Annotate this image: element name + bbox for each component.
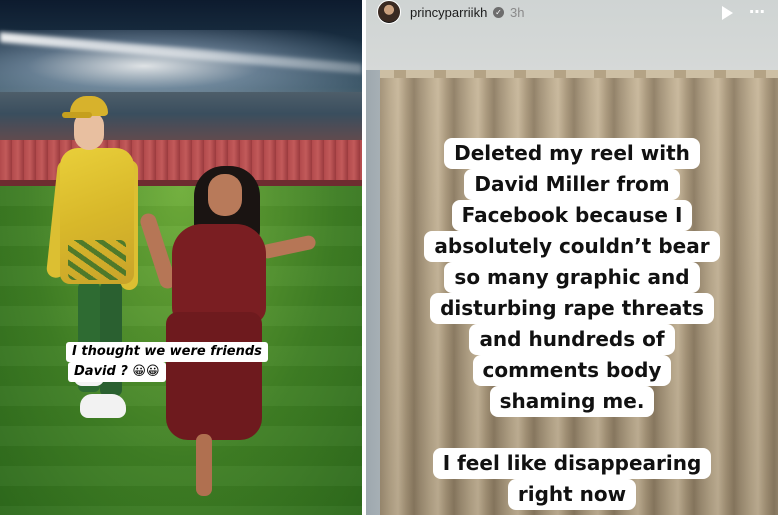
story-line: so many graphic and	[444, 262, 700, 293]
story-line: Facebook because I	[451, 200, 693, 231]
avatar[interactable]	[377, 0, 401, 24]
more-options-icon[interactable]: ⋯	[749, 4, 765, 20]
reel-caption-line-1: I thought we were friends	[66, 342, 268, 362]
player-jersey-pattern	[68, 240, 126, 280]
story-line: absolutely couldn’t bear	[424, 231, 720, 262]
story-line: Deleted my reel with	[444, 138, 700, 169]
story-line: shaming me.	[489, 386, 655, 417]
story-text-main: Deleted my reel with David Miller from F…	[382, 138, 762, 417]
reel-caption: I thought we were friends David ? 😀😀	[66, 342, 268, 382]
player-cap-brim	[62, 112, 92, 118]
player-right-shoe	[80, 394, 126, 418]
story-line: right now	[507, 479, 637, 510]
story-header: princyparriikh ✓ 3h ⋯	[366, 0, 778, 26]
story-line: disturbing rape threats	[430, 293, 714, 324]
story-line: comments body	[472, 355, 672, 386]
reel-caption-line-2: David ? 😀😀	[68, 362, 166, 382]
stadium-seats	[0, 140, 362, 185]
verified-icon: ✓	[493, 7, 504, 18]
story-line: and hundreds of	[469, 324, 675, 355]
story-text-second: I feel like disappearing right now	[382, 448, 762, 510]
stadium-upper-stand	[0, 92, 362, 147]
story-timestamp: 3h	[510, 5, 525, 20]
woman-leg	[196, 434, 212, 496]
story-username[interactable]: princyparriikh	[410, 5, 487, 20]
left-photo-panel: I thought we were friends David ? 😀😀	[0, 0, 362, 515]
woman-dress-top	[172, 224, 266, 324]
play-icon[interactable]	[722, 6, 733, 20]
story-line: I feel like disappearing	[432, 448, 712, 479]
story-line: David Miller from	[464, 169, 680, 200]
woman-head	[208, 174, 242, 216]
